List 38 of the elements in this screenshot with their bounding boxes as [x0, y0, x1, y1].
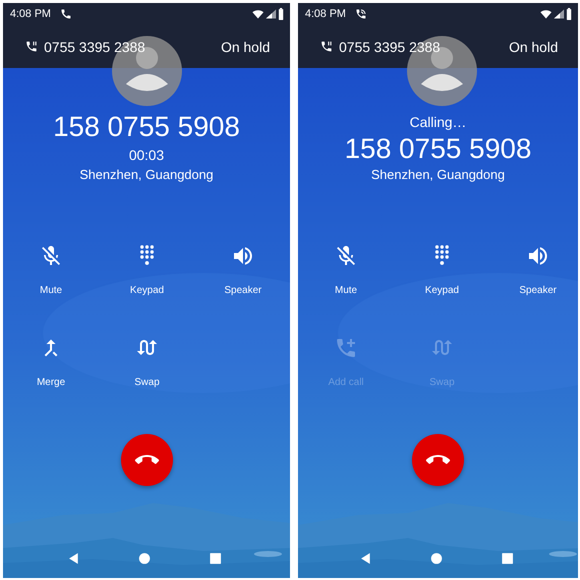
- avatar-icon: [112, 36, 182, 106]
- call-control-button[interactable]: Keypad: [407, 244, 477, 296]
- battery-icon: [566, 8, 572, 20]
- mic-off-icon: [39, 244, 63, 268]
- hold-status: On hold: [220, 38, 270, 54]
- hold-status: On hold: [508, 38, 558, 54]
- back-icon[interactable]: [358, 552, 372, 564]
- wifi-icon: [252, 8, 264, 20]
- avatar-icon: [407, 36, 477, 106]
- caller-number: 158 0755 5908: [344, 133, 532, 165]
- status-time: 4:08 PM: [305, 8, 346, 20]
- home-icon[interactable]: [430, 552, 442, 564]
- phone-ringing-icon: [354, 8, 367, 20]
- phone-paused-icon: [320, 40, 333, 53]
- signal-icon: [553, 8, 565, 20]
- caller-number: 158 0755 5908: [53, 111, 240, 143]
- add-call-icon: [334, 336, 358, 360]
- mic-off-icon: [334, 244, 358, 268]
- signal-icon: [265, 8, 277, 20]
- status-time: 4:08 PM: [10, 8, 51, 20]
- call-control-button[interactable]: Swap: [112, 336, 182, 388]
- phone-icon: [60, 8, 72, 20]
- recents-icon[interactable]: [209, 552, 222, 564]
- call-control-button[interactable]: Merge: [16, 336, 86, 388]
- call-control-button[interactable]: Speaker: [208, 244, 278, 296]
- call-timer: 00:03: [128, 146, 164, 165]
- call-control-button[interactable]: Mute: [311, 244, 381, 296]
- call-control-button[interactable]: Mute: [16, 244, 86, 296]
- caller-location: Shenzhen, Guangdong: [80, 166, 214, 184]
- call-control-button[interactable]: Keypad: [112, 244, 182, 296]
- battery-icon: [278, 8, 284, 20]
- home-icon[interactable]: [138, 552, 151, 564]
- caller-location: Shenzhen, Guangdong: [371, 166, 505, 184]
- call-status: Calling…: [410, 113, 466, 132]
- call-control-button[interactable]: Speaker: [503, 244, 573, 296]
- phone-paused-icon: [25, 40, 38, 53]
- wifi-icon: [540, 8, 552, 20]
- back-icon[interactable]: [67, 552, 80, 564]
